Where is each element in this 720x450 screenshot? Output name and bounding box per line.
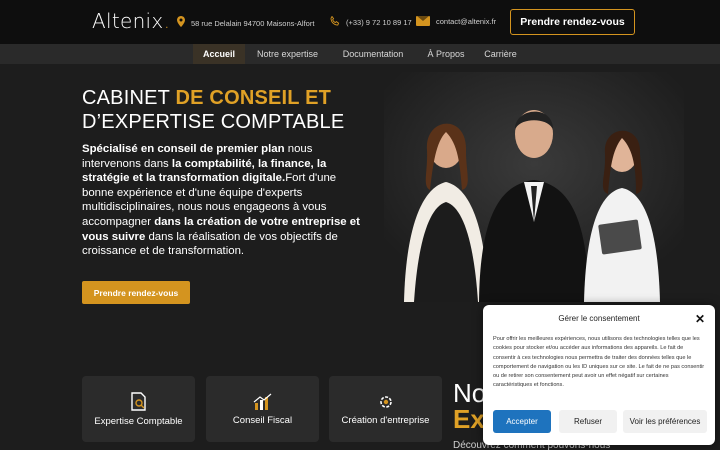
card-label: Création d'entreprise <box>341 414 430 426</box>
consent-dialog: Gérer le consentement ✕ Pour offrir les … <box>483 305 715 445</box>
card-conseil-fiscal[interactable]: Conseil Fiscal <box>206 376 319 442</box>
header: Altenix. 58 rue Delalain 94700 Maisons-A… <box>0 0 720 44</box>
team-photo <box>384 72 684 302</box>
gear-icon <box>379 395 392 408</box>
card-expertise-comptable[interactable]: Expertise Comptable <box>82 376 195 442</box>
chart-growth-icon <box>253 393 271 410</box>
consent-title: Gérer le consentement <box>558 314 640 323</box>
consent-text: Pour offrir les meilleures expériences, … <box>493 336 705 389</box>
hero-appointment-button[interactable]: Prendre rendez-vous <box>82 281 190 304</box>
mail-icon <box>416 16 430 26</box>
nav-item-accueil[interactable]: Accueil <box>193 44 245 64</box>
refuse-button[interactable]: Refuser <box>559 410 617 433</box>
nav-item-carriere[interactable]: Carrière <box>478 44 523 64</box>
preferences-button[interactable]: Voir les préférences <box>623 410 707 433</box>
phone-text[interactable]: (+33) 9 72 10 89 17 <box>346 18 412 27</box>
nav-item-documentation[interactable]: Documentation <box>333 44 413 64</box>
close-icon[interactable]: ✕ <box>695 312 705 326</box>
logo[interactable]: Altenix. <box>92 9 170 33</box>
nav-item-expertise[interactable]: Notre expertise <box>250 44 325 64</box>
accept-button[interactable]: Accepter <box>493 410 551 433</box>
email-info[interactable]: contact@altenix.fr <box>416 16 496 26</box>
location-pin-icon <box>177 16 185 30</box>
card-creation-entreprise[interactable]: Création d'entreprise <box>329 376 442 442</box>
address-text: 58 rue Delalain 94700 Maisons-Alfort <box>191 18 315 28</box>
email-text[interactable]: contact@altenix.fr <box>436 17 496 26</box>
nav-item-a-propos[interactable]: À Propos <box>420 44 472 64</box>
header-appointment-button[interactable]: Prendre rendez-vous <box>510 9 635 35</box>
card-label: Expertise Comptable <box>94 415 183 427</box>
main-nav: Accueil Notre expertise Documentation À … <box>0 44 720 64</box>
phone-icon <box>330 15 340 29</box>
address-info: 58 rue Delalain 94700 Maisons-Alfort <box>177 16 314 30</box>
section-heading-accent: Ex <box>453 404 485 434</box>
phone-info[interactable]: (+33) 9 72 10 89 17 <box>330 15 412 29</box>
hero-description: Spécialisé en conseil de premier plan no… <box>82 143 360 258</box>
document-search-icon <box>130 391 146 411</box>
card-label: Conseil Fiscal <box>232 414 293 426</box>
hero-title: CABINET DE CONSEIL ET D’EXPERTISE COMPTA… <box>82 87 345 133</box>
page: Altenix. 58 rue Delalain 94700 Maisons-A… <box>0 0 720 450</box>
